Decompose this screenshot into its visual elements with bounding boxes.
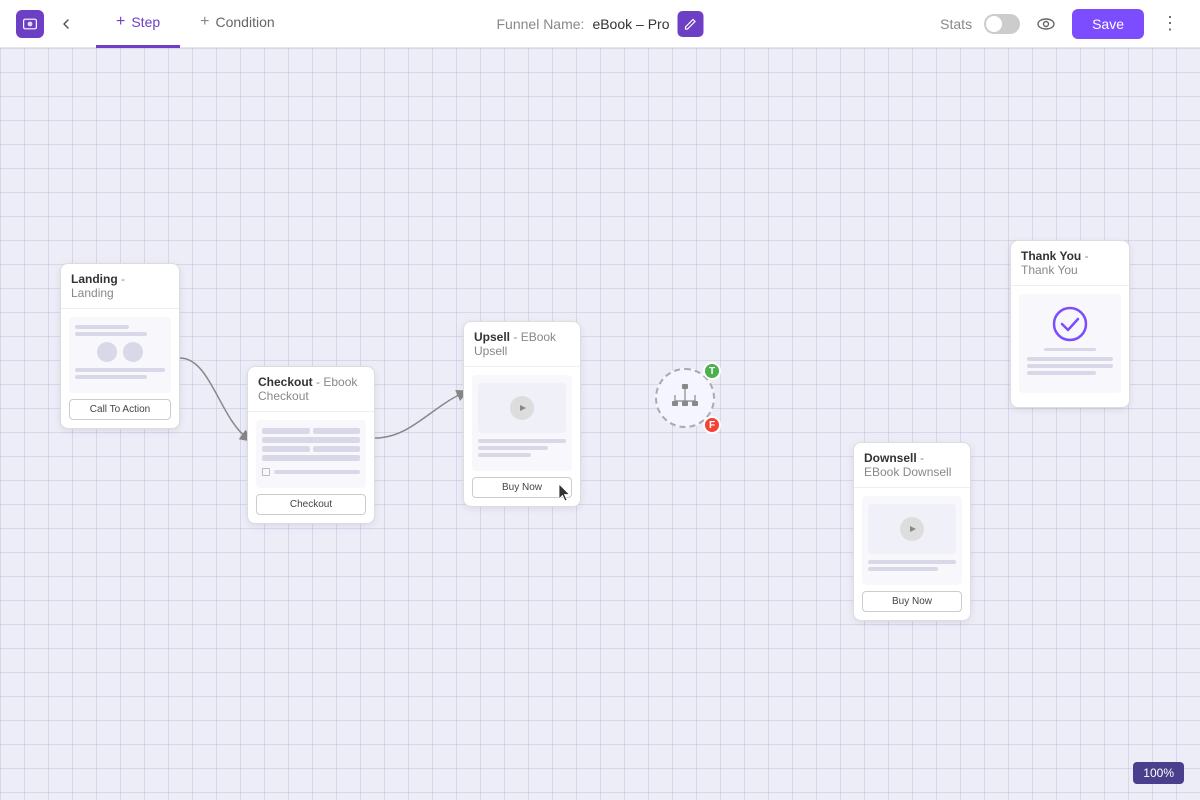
more-options-button[interactable]: ⋮	[1156, 10, 1184, 38]
downsell-cta-button[interactable]: Buy Now	[862, 591, 962, 612]
downsell-line-2	[868, 567, 938, 571]
checkout-cta-button[interactable]: Checkout	[256, 494, 366, 515]
preview-circle-1	[97, 342, 117, 362]
upsell-line-3	[478, 453, 531, 457]
thankyou-card-body	[1011, 286, 1129, 407]
form-row-3	[262, 446, 360, 452]
condition-circle[interactable]: T F	[655, 368, 715, 428]
checkout-card-header: Checkout - Ebook Checkout	[248, 367, 374, 412]
upsell-card-header: Upsell - EBook Upsell	[464, 322, 580, 367]
stats-toggle[interactable]	[984, 14, 1020, 34]
form-field-1	[262, 428, 310, 434]
thankyou-line-1	[1044, 348, 1096, 351]
checkout-card-body: Checkout	[248, 412, 374, 523]
downsell-card-body: Buy Now	[854, 488, 970, 620]
header-tabs: + Step + Condition	[96, 0, 295, 48]
thankyou-card[interactable]: Thank You - Thank You	[1010, 240, 1130, 408]
upsell-card-body: Buy Now	[464, 367, 580, 506]
checkbox-label	[274, 470, 360, 474]
checkout-checkbox[interactable]	[262, 468, 270, 476]
preview-circle-2	[123, 342, 143, 362]
landing-cta-button[interactable]: Call To Action	[69, 399, 171, 420]
form-rows	[262, 428, 360, 480]
form-field-6	[262, 455, 360, 461]
landing-title: Landing	[71, 272, 118, 286]
preview-circles	[75, 342, 165, 362]
condition-false-badge: F	[703, 416, 721, 434]
preview-lines-top	[75, 325, 165, 336]
downsell-play-button[interactable]	[900, 517, 924, 541]
upsell-lines	[478, 439, 566, 457]
form-field-3	[262, 437, 360, 443]
stats-label: Stats	[940, 16, 972, 32]
form-row-2	[262, 437, 360, 443]
checkbox-row	[262, 468, 360, 476]
zoom-indicator: 100%	[1133, 762, 1184, 784]
tab-condition[interactable]: + Condition	[180, 0, 295, 48]
preview-line-1	[75, 325, 129, 329]
upsell-line-1	[478, 439, 566, 443]
condition-plus-icon: +	[200, 13, 209, 31]
funnel-name-label: Funnel Name:	[497, 16, 585, 32]
edit-funnel-name-button[interactable]	[678, 11, 704, 37]
downsell-video-preview	[868, 504, 956, 554]
preview-lines-bottom	[75, 368, 165, 379]
upsell-line-2	[478, 446, 548, 450]
thankyou-lines	[1027, 357, 1113, 375]
form-field-5	[313, 446, 361, 452]
header-right: Stats Save ⋮	[940, 9, 1184, 39]
preview-line-3	[75, 368, 165, 372]
funnel-name-area: Funnel Name: eBook – Pro	[497, 11, 704, 37]
thankyou-text-2	[1027, 364, 1113, 368]
thankyou-text-3	[1027, 371, 1096, 375]
canvas[interactable]: Landing - Landing Call To Action	[0, 48, 1200, 800]
video-preview	[478, 383, 566, 433]
checkout-card[interactable]: Checkout - Ebook Checkout	[247, 366, 375, 524]
checkout-title: Checkout	[258, 375, 313, 389]
thankyou-title: Thank You	[1021, 249, 1081, 263]
downsell-title: Downsell	[864, 451, 917, 465]
landing-preview	[69, 317, 171, 393]
save-button[interactable]: Save	[1072, 9, 1144, 39]
tab-step[interactable]: + Step	[96, 0, 180, 48]
form-field-4	[262, 446, 310, 452]
funnel-name-value: eBook – Pro	[592, 16, 669, 32]
check-icon	[1052, 306, 1088, 342]
upsell-title: Upsell	[474, 330, 510, 344]
form-row-1	[262, 428, 360, 434]
back-button[interactable]	[52, 10, 80, 38]
downsell-preview	[862, 496, 962, 585]
tab-condition-label: Condition	[216, 14, 275, 30]
condition-true-badge: T	[703, 362, 721, 380]
thankyou-card-header: Thank You - Thank You	[1011, 241, 1129, 286]
header: + Step + Condition Funnel Name: eBook – …	[0, 0, 1200, 48]
condition-node[interactable]: T F	[655, 368, 725, 438]
step-plus-icon: +	[116, 13, 125, 31]
arrows-svg	[0, 48, 1200, 800]
landing-card-body: Call To Action	[61, 309, 179, 428]
thankyou-text-1	[1027, 357, 1113, 361]
downsell-lines	[868, 560, 956, 571]
play-button[interactable]	[510, 396, 534, 420]
downsell-card[interactable]: Downsell - EBook Downsell Buy Now	[853, 442, 971, 621]
downsell-card-header: Downsell - EBook Downsell	[854, 443, 970, 488]
preview-line-4	[75, 375, 147, 379]
upsell-preview	[472, 375, 572, 471]
preview-button[interactable]	[1032, 10, 1060, 38]
landing-card[interactable]: Landing - Landing Call To Action	[60, 263, 180, 429]
preview-line-2	[75, 332, 147, 336]
upsell-card[interactable]: Upsell - EBook Upsell Buy Now	[463, 321, 581, 507]
thankyou-preview	[1019, 294, 1121, 393]
logo-button[interactable]	[16, 10, 44, 38]
landing-card-header: Landing - Landing	[61, 264, 179, 309]
tab-step-label: Step	[131, 14, 160, 30]
upsell-cta-button[interactable]: Buy Now	[472, 477, 572, 498]
downsell-line-1	[868, 560, 956, 564]
form-field-2	[313, 428, 361, 434]
form-row-4	[262, 455, 360, 461]
checkout-preview	[256, 420, 366, 488]
